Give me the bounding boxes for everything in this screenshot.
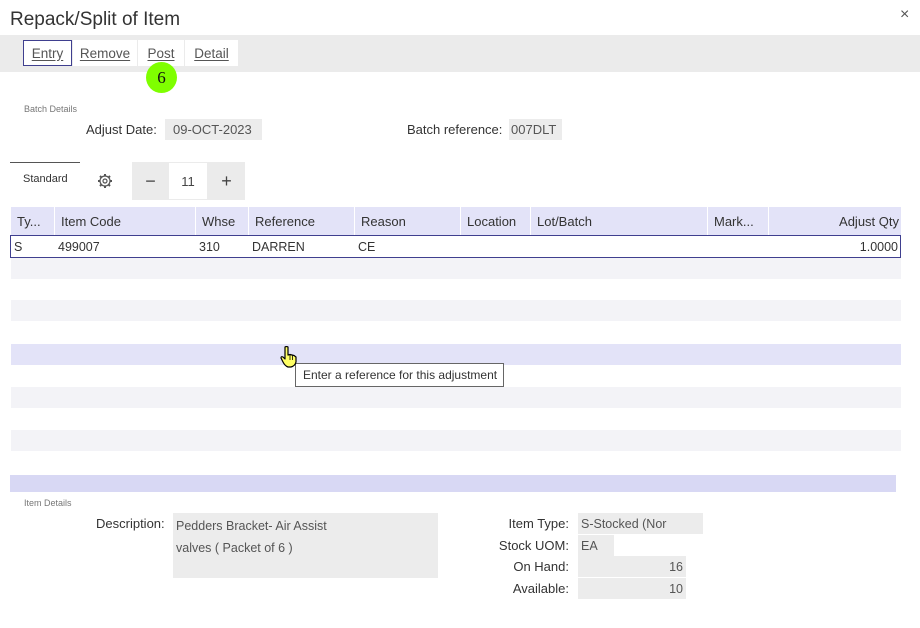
increment-button[interactable]: + <box>208 162 245 200</box>
on-hand-label: On Hand: <box>513 559 569 574</box>
description-line-1: Pedders Bracket- Air Assist <box>176 519 327 533</box>
cell-item-code[interactable]: 499007 <box>58 236 100 257</box>
adjust-date-label: Adjust Date: <box>86 122 157 137</box>
description-label: Description: <box>96 516 165 531</box>
empty-row-hover[interactable] <box>11 344 901 365</box>
column-header-mark[interactable]: Mark... <box>708 207 769 235</box>
stock-uom-field: EA <box>578 535 614 556</box>
column-header-type[interactable]: Ty... <box>11 207 55 235</box>
cell-whse[interactable]: 310 <box>199 236 220 257</box>
cell-reference[interactable]: DARREN <box>252 236 305 257</box>
on-hand-field: 16 <box>578 556 686 577</box>
close-icon[interactable]: × <box>900 6 909 24</box>
remove-button[interactable]: Remove <box>73 40 137 66</box>
column-header-item-code[interactable]: Item Code <box>55 207 196 235</box>
item-type-field: S-Stocked (Nor <box>578 513 703 534</box>
empty-row[interactable] <box>11 300 901 321</box>
adjust-date-field[interactable]: 09-OCT-2023 <box>165 119 262 140</box>
toolbar: Entry Remove Post Detail <box>0 35 920 72</box>
decrement-button[interactable]: − <box>132 162 169 200</box>
gear-icon[interactable] <box>96 172 114 190</box>
empty-row[interactable] <box>11 430 901 451</box>
column-header-lot-batch[interactable]: Lot/Batch <box>531 207 708 235</box>
rows-stepper-value[interactable]: 11 <box>169 163 207 199</box>
available-label: Available: <box>512 581 569 596</box>
horizontal-scrollbar[interactable] <box>10 475 896 492</box>
cell-adjust-qty[interactable]: 1.0000 <box>860 236 898 257</box>
window-title: Repack/Split of Item <box>10 9 181 30</box>
detail-button[interactable]: Detail <box>185 40 238 66</box>
stock-uom-label: Stock UOM: <box>498 538 569 553</box>
empty-row[interactable] <box>11 387 901 408</box>
description-line-2: valves ( Packet of 6 ) <box>176 541 293 555</box>
column-header-reason[interactable]: Reason <box>355 207 461 235</box>
reference-tooltip: Enter a reference for this adjustment <box>295 363 504 387</box>
column-header-whse[interactable]: Whse <box>196 207 249 235</box>
item-type-label: Item Type: <box>508 516 569 531</box>
cell-type[interactable]: S <box>14 236 22 257</box>
item-details-heading: Item Details <box>24 498 72 508</box>
column-header-reference[interactable]: Reference <box>249 207 355 235</box>
table-row[interactable]: S 499007 310 DARREN CE 1.0000 <box>10 235 901 258</box>
grid-header: Ty... Item Code Whse Reference Reason Lo… <box>11 207 901 235</box>
tab-underline <box>10 162 80 163</box>
empty-row[interactable] <box>11 258 901 279</box>
description-field: Pedders Bracket- Air Assist valves ( Pac… <box>173 513 438 578</box>
hand-cursor-icon <box>280 345 298 368</box>
column-header-location[interactable]: Location <box>461 207 531 235</box>
rows-stepper: − 11 + <box>132 162 245 200</box>
cell-reason[interactable]: CE <box>358 236 375 257</box>
batch-reference-label: Batch reference: <box>407 122 503 137</box>
step-badge: 6 <box>146 62 177 93</box>
entry-button[interactable]: Entry <box>23 40 72 66</box>
available-field: 10 <box>578 578 686 599</box>
batch-reference-field[interactable]: 007DLT <box>509 119 562 140</box>
column-header-adjust-qty[interactable]: Adjust Qty <box>769 207 901 235</box>
batch-details-heading: Batch Details <box>24 104 78 114</box>
tab-standard[interactable]: Standard <box>23 173 68 185</box>
